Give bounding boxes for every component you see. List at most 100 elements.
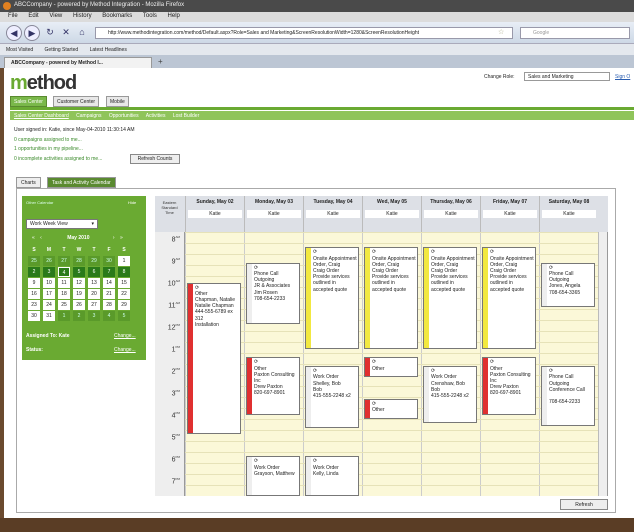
tab-charts[interactable]: Charts bbox=[16, 177, 41, 188]
mini-calendar-day[interactable]: 6 bbox=[88, 267, 100, 277]
bookmark-star-icon[interactable]: ☆ bbox=[498, 28, 504, 36]
menu-tools[interactable]: Tools bbox=[143, 13, 157, 19]
bookmark-most-visited[interactable]: Most Visited bbox=[6, 47, 33, 53]
menu-view[interactable]: View bbox=[49, 13, 62, 19]
hide-link[interactable]: Hide bbox=[128, 200, 136, 205]
tab-sales-center[interactable]: Sales Center bbox=[10, 96, 47, 107]
campaigns-link[interactable]: 0 campaigns assigned to me... bbox=[14, 137, 82, 143]
mini-calendar-day[interactable]: 25 bbox=[58, 300, 70, 310]
new-tab-icon[interactable]: + bbox=[158, 57, 163, 66]
back-icon[interactable]: ◀ bbox=[6, 25, 22, 41]
activities-link[interactable]: 0 incomplete activities assigned to me..… bbox=[14, 156, 102, 162]
calendar-appointment[interactable]: ⟳ Onsite Appointment Order, Craig Craig O… bbox=[305, 247, 359, 349]
menu-file[interactable]: File bbox=[8, 13, 18, 19]
forward-icon[interactable]: ▶ bbox=[24, 25, 40, 41]
mini-calendar-day[interactable]: 8 bbox=[118, 267, 130, 277]
mini-calendar-day[interactable]: 15 bbox=[118, 278, 130, 288]
mini-calendar-day[interactable]: 29 bbox=[118, 300, 130, 310]
calendar-appointment[interactable]: ⟳ Onsite Appointment Order, Craig Craig O… bbox=[482, 247, 536, 349]
tab-customer-center[interactable]: Customer Center bbox=[53, 96, 100, 107]
tab-mobile[interactable]: Mobile bbox=[106, 96, 129, 107]
mini-calendar-day[interactable]: 23 bbox=[28, 300, 40, 310]
mini-calendar-day[interactable]: 13 bbox=[88, 278, 100, 288]
next-month-icon[interactable]: › bbox=[113, 235, 115, 241]
calendar-appointment[interactable]: ⟳ Phone Call Outgoing Jones, Angela 708-6… bbox=[541, 262, 595, 307]
change-assigned-link[interactable]: Change... bbox=[114, 333, 136, 339]
calendar-appointment[interactable]: ⟳ Work Order Kelly, Linda bbox=[305, 456, 359, 496]
refresh-button[interactable]: Refresh bbox=[560, 499, 608, 510]
mini-calendar-day[interactable]: 12 bbox=[73, 278, 85, 288]
mini-calendar-day[interactable]: 3 bbox=[88, 311, 100, 321]
address-bar[interactable]: http://www.methodintegration.com/method/… bbox=[95, 27, 513, 39]
mini-calendar-day[interactable]: 14 bbox=[103, 278, 115, 288]
search-input[interactable]: Google bbox=[520, 27, 630, 39]
subnav-activities[interactable]: Activities bbox=[146, 113, 166, 119]
subnav-lost-builder[interactable]: Lost Builder bbox=[173, 113, 199, 119]
mini-calendar-day[interactable]: 27 bbox=[88, 300, 100, 310]
mini-calendar-day[interactable]: 2 bbox=[28, 267, 40, 277]
prev-year-icon[interactable]: « bbox=[32, 235, 35, 241]
bookmark-getting-started[interactable]: Getting Started bbox=[45, 47, 79, 53]
mini-calendar-day[interactable]: 18 bbox=[58, 289, 70, 299]
mini-calendar-day[interactable]: 21 bbox=[103, 289, 115, 299]
role-select[interactable]: Sales and Marketing bbox=[524, 72, 610, 81]
mini-calendar-day[interactable]: 28 bbox=[73, 256, 85, 266]
opportunities-link[interactable]: 1 opportunities in my pipeline... bbox=[14, 146, 83, 152]
menu-help[interactable]: Help bbox=[168, 13, 180, 19]
mini-calendar-day[interactable]: 30 bbox=[103, 256, 115, 266]
mini-calendar-day[interactable]: 19 bbox=[73, 289, 85, 299]
mini-calendar-day[interactable]: 5 bbox=[73, 267, 85, 277]
mini-calendar-day[interactable]: 30 bbox=[28, 311, 40, 321]
calendar-appointment[interactable]: ⟳ Phone Call Outgoing Conference Call 708… bbox=[541, 366, 595, 426]
calendar-appointment[interactable]: ⟳ Other Chapman, Natalie Natalie Chapman … bbox=[187, 282, 241, 435]
mini-calendar-day[interactable]: 1 bbox=[58, 311, 70, 321]
mini-calendar-day[interactable]: 5 bbox=[118, 311, 130, 321]
reload-icon[interactable]: ↻ bbox=[42, 25, 58, 41]
browser-tab-active[interactable]: ABCCompany - powered by Method I... bbox=[4, 57, 152, 68]
calendar-appointment[interactable]: ⟳ Other bbox=[364, 357, 418, 378]
mini-calendar-day[interactable]: 2 bbox=[73, 311, 85, 321]
mini-calendar-day[interactable]: 17 bbox=[43, 289, 55, 299]
mini-calendar-day[interactable]: 1 bbox=[118, 256, 130, 266]
view-select[interactable]: Work Week View ▾ bbox=[26, 219, 98, 229]
bookmark-latest-headlines[interactable]: Latest Headlines bbox=[90, 47, 127, 53]
calendar-scrollbar[interactable] bbox=[598, 232, 607, 496]
stop-icon[interactable]: ✕ bbox=[58, 25, 74, 41]
mini-calendar-day[interactable]: 24 bbox=[43, 300, 55, 310]
mini-calendar-day[interactable]: 26 bbox=[73, 300, 85, 310]
mini-calendar-day[interactable]: 29 bbox=[88, 256, 100, 266]
calendar-appointment[interactable]: ⟳ Onsite Appointment Order, Craig Craig O… bbox=[423, 247, 477, 349]
subnav-opportunities[interactable]: Opportunities bbox=[109, 113, 139, 119]
subnav-campaigns[interactable]: Campaigns bbox=[76, 113, 101, 119]
mini-calendar-day[interactable]: 26 bbox=[43, 256, 55, 266]
mini-calendar-day[interactable]: 3 bbox=[43, 267, 55, 277]
subnav-dashboard[interactable]: Sales Center Dashboard bbox=[14, 113, 69, 119]
change-status-link[interactable]: Change... bbox=[114, 347, 136, 353]
sign-out-link[interactable]: Sign O bbox=[615, 74, 630, 80]
mini-calendar-day[interactable]: 16 bbox=[28, 289, 40, 299]
mini-calendar-day[interactable]: 25 bbox=[28, 256, 40, 266]
menu-edit[interactable]: Edit bbox=[28, 13, 38, 19]
mini-calendar-day[interactable]: 31 bbox=[43, 311, 55, 321]
calendar-appointment[interactable]: ⟳ Work Order Shelley, Bob Bob 415-555-224… bbox=[305, 366, 359, 428]
mini-calendar-day[interactable]: 4 bbox=[58, 267, 70, 277]
calendar-appointment[interactable]: ⟳ Other Paxton Consulting Inc Drew Paxton… bbox=[246, 357, 300, 415]
mini-calendar-day[interactable]: 11 bbox=[58, 278, 70, 288]
calendar-appointment[interactable]: ⟳ Phone Call Outgoing JR & Associates Jim… bbox=[246, 262, 300, 325]
calendar-appointment[interactable]: ⟳ Work Order Crenshaw, Bob Bob 415-555-22… bbox=[423, 366, 477, 424]
mini-calendar-day[interactable]: 9 bbox=[28, 278, 40, 288]
prev-month-icon[interactable]: ‹ bbox=[40, 235, 42, 241]
mini-calendar-day[interactable]: 4 bbox=[103, 311, 115, 321]
next-year-icon[interactable]: » bbox=[120, 235, 123, 241]
calendar-appointment[interactable]: ⟳ Other bbox=[364, 399, 418, 419]
mini-calendar-day[interactable]: 10 bbox=[43, 278, 55, 288]
calendar-appointment[interactable]: ⟳ Other Paxton Consulting Inc Drew Paxton… bbox=[482, 357, 536, 415]
calendar-appointment[interactable]: ⟳ Onsite Appointment Order, Craig Craig O… bbox=[364, 247, 418, 349]
mini-calendar-day[interactable]: 28 bbox=[103, 300, 115, 310]
mini-calendar-day[interactable]: 22 bbox=[118, 289, 130, 299]
menu-bookmarks[interactable]: Bookmarks bbox=[102, 13, 132, 19]
mini-calendar-day[interactable]: 7 bbox=[103, 267, 115, 277]
home-icon[interactable]: ⌂ bbox=[74, 25, 90, 41]
mini-calendar-day[interactable]: 27 bbox=[58, 256, 70, 266]
calendar-appointment[interactable]: ⟳ Work Order Grayson, Matthew bbox=[246, 456, 300, 496]
